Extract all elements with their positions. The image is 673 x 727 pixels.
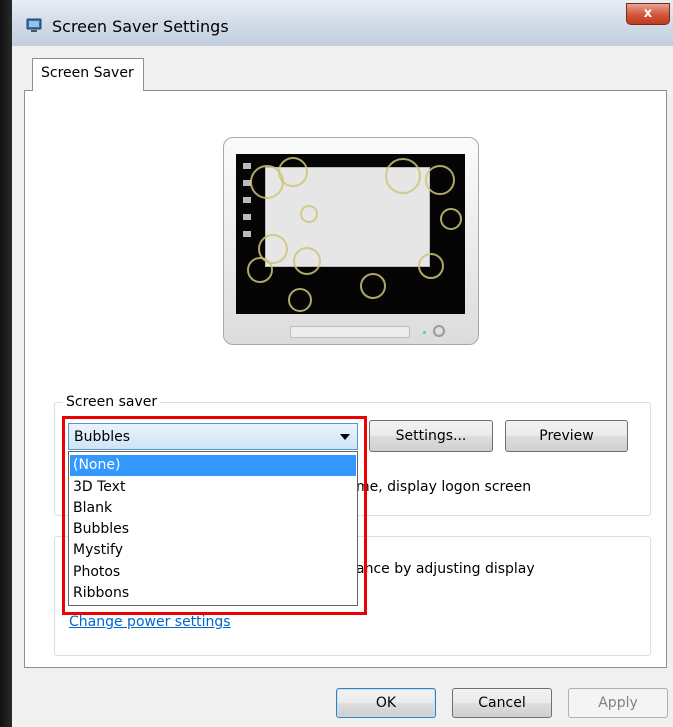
preview-desktop-icon: [243, 197, 251, 203]
dropdown-option-none[interactable]: (None): [70, 455, 356, 476]
ok-button[interactable]: OK: [336, 688, 436, 718]
close-icon[interactable]: x: [626, 3, 670, 25]
preview-bubble: [385, 158, 421, 194]
preview-desktop-icon: [243, 214, 251, 220]
monitor-icon: [26, 17, 42, 33]
preview-bubble: [425, 165, 455, 195]
preview-bubble: [247, 257, 273, 283]
monitor-led: [423, 331, 426, 334]
dropdown-option-ribbons[interactable]: Ribbons: [70, 583, 356, 604]
monitor-slot: [290, 326, 410, 338]
screen-saver-select-value: Bubbles: [74, 429, 131, 445]
preview-bubble: [278, 157, 308, 187]
preview-bubble: [293, 247, 321, 275]
dropdown-option-mystify[interactable]: Mystify: [70, 540, 356, 561]
window-title: Screen Saver Settings: [52, 17, 229, 36]
preview-button[interactable]: Preview: [505, 420, 628, 452]
on-resume-label: me, display logon screen: [356, 479, 532, 495]
preview-bubble: [440, 208, 462, 230]
dropdown-option-bubbles[interactable]: Bubbles: [70, 519, 356, 540]
preview-bubble: [300, 205, 318, 223]
power-icon: [433, 325, 445, 337]
preview-bubble: [360, 273, 386, 299]
preview-desktop-icon: [243, 163, 251, 169]
cancel-button[interactable]: Cancel: [452, 688, 552, 718]
dropdown-option-blank[interactable]: Blank: [70, 498, 356, 519]
apply-button[interactable]: Apply: [568, 688, 668, 718]
dropdown-option-3d-text[interactable]: 3D Text: [70, 477, 356, 498]
settings-button[interactable]: Settings...: [369, 420, 493, 452]
window-left-edge: [0, 0, 12, 727]
preview-desktop-icon: [243, 231, 251, 237]
chevron-down-icon[interactable]: [340, 434, 350, 440]
change-power-settings-link[interactable]: Change power settings: [69, 614, 231, 630]
tab-screen-saver[interactable]: Screen Saver: [32, 58, 144, 91]
screen-saver-group-label: Screen saver: [63, 394, 161, 410]
preview-bubble: [418, 253, 444, 279]
preview-bubble: [288, 288, 312, 312]
power-description: ance by adjusting display: [356, 561, 535, 577]
dropdown-option-photos[interactable]: Photos: [70, 562, 356, 583]
